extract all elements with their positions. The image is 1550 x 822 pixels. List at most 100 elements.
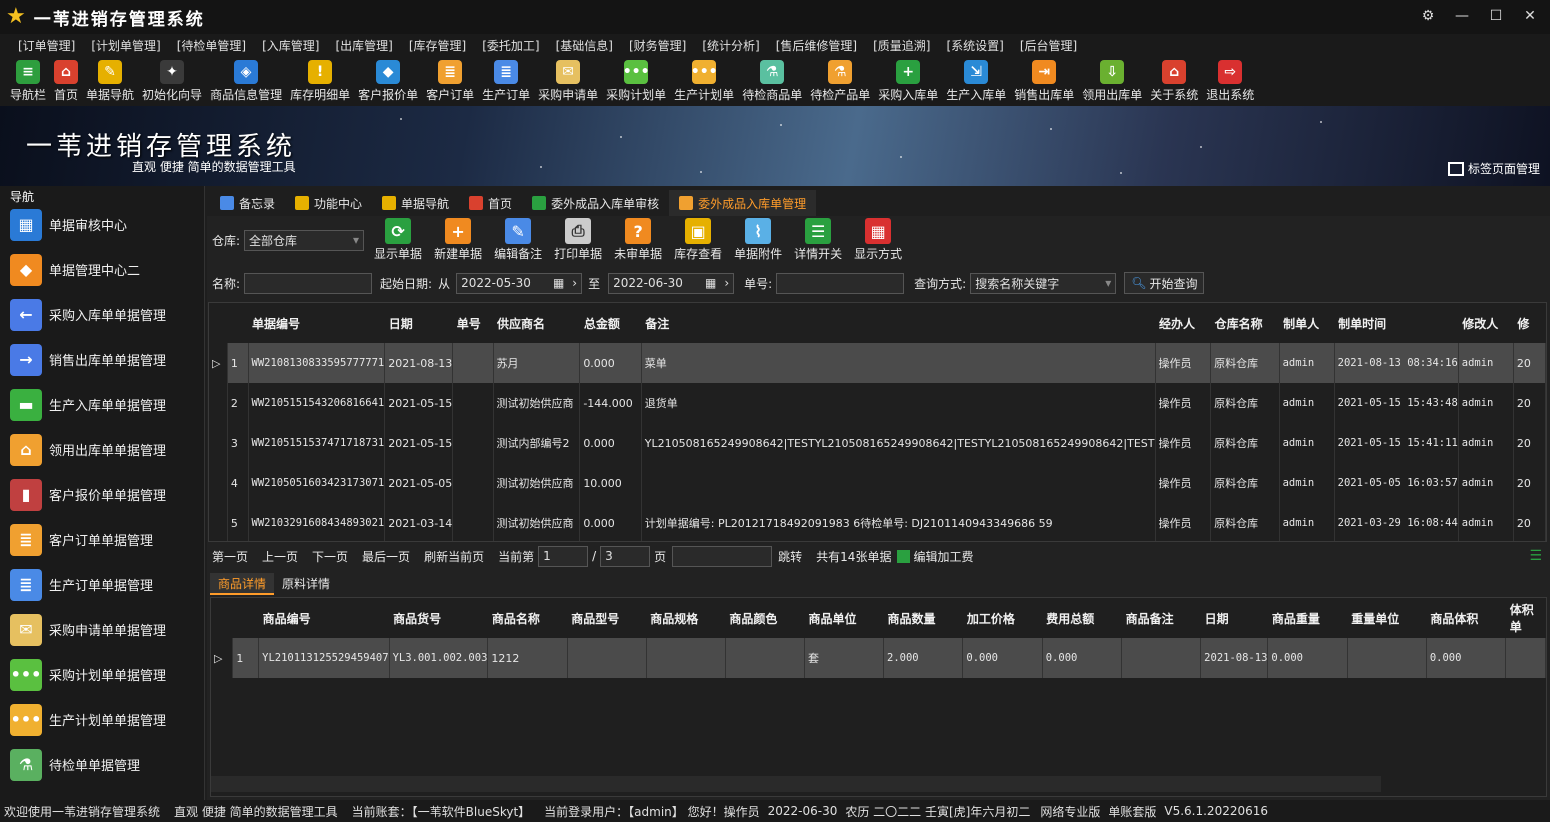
calendar-icon[interactable]: ▦ — [705, 276, 716, 290]
column-header[interactable]: 商品重量 — [1267, 598, 1348, 638]
menu-item-12[interactable]: [系统设置] — [939, 37, 1012, 54]
column-header[interactable]: 商品规格 — [646, 598, 726, 638]
tab-0[interactable]: 备忘录 — [210, 190, 285, 216]
menu-item-3[interactable]: [入库管理] — [254, 37, 327, 54]
toolbar-button-9[interactable]: ✉ 采购申请单 — [534, 56, 602, 103]
column-header[interactable]: 商品型号 — [567, 598, 647, 638]
tab-manager-button[interactable]: 标签页面管理 — [1447, 160, 1540, 177]
column-header[interactable]: 日期 — [1200, 598, 1268, 638]
column-header[interactable]: 修 — [1513, 303, 1546, 343]
menu-item-6[interactable]: [委托加工] — [474, 37, 547, 54]
toolbar-button-3[interactable]: ✦ 初始化向导 — [138, 56, 206, 103]
toolbar-button-1[interactable]: ⌂ 首页 — [50, 56, 82, 103]
toolbar-button-0[interactable]: ≡ 导航栏 — [6, 56, 50, 103]
first-page-link[interactable]: 第一页 — [212, 548, 248, 565]
refresh-page-link[interactable]: 刷新当前页 — [424, 548, 484, 565]
column-header[interactable]: 供应商名 — [493, 303, 580, 343]
calendar-icon[interactable]: ▦ — [553, 276, 564, 290]
warehouse-select[interactable]: 全部仓库 ▾ — [244, 229, 365, 251]
settings-gear-icon[interactable]: ⚙ — [1418, 6, 1438, 26]
query-mode-select[interactable]: 搜索名称关键字 ▾ — [970, 272, 1117, 294]
from-date-picker[interactable]: 2022-05-30 ▦ › — [456, 272, 583, 294]
maximize-icon[interactable]: ☐ — [1486, 6, 1506, 26]
sidebar-item-3[interactable]: → 销售出库单单据管理 — [0, 337, 204, 382]
toolbar-button-16[interactable]: ⇥ 销售出库单 — [1010, 56, 1078, 103]
current-page-input[interactable]: 1 — [538, 545, 589, 567]
chevron-right-icon[interactable]: › — [724, 276, 729, 290]
sidebar-item-10[interactable]: ••• 采购计划单单据管理 — [0, 652, 204, 697]
toolbar-button-17[interactable]: ⇩ 领用出库单 — [1078, 56, 1146, 103]
action-button-7[interactable]: ☰ 详情开关 — [794, 218, 842, 262]
column-header[interactable]: 总金额 — [579, 303, 642, 343]
column-header[interactable]: 费用总额 — [1042, 598, 1122, 638]
sidebar-item-11[interactable]: ••• 生产计划单单据管理 — [0, 697, 204, 742]
column-header[interactable]: 加工价格 — [962, 598, 1043, 638]
action-button-2[interactable]: ✎ 编辑备注 — [494, 218, 542, 262]
column-settings-icon[interactable]: ☰ — [1529, 548, 1542, 564]
menu-item-13[interactable]: [后台管理] — [1012, 37, 1085, 54]
column-header[interactable]: 备注 — [641, 303, 1155, 343]
tab-2[interactable]: 单据导航 — [372, 190, 459, 216]
menu-item-11[interactable]: [质量追溯] — [865, 37, 938, 54]
toolbar-button-15[interactable]: ⇲ 生产入库单 — [942, 56, 1010, 103]
action-button-3[interactable]: ⎙ 打印单据 — [554, 218, 602, 262]
to-date-picker[interactable]: 2022-06-30 ▦ › — [608, 272, 735, 294]
toolbar-button-7[interactable]: ≣ 客户订单 — [422, 56, 478, 103]
column-header[interactable]: 体积单 — [1505, 598, 1546, 638]
name-input[interactable] — [244, 272, 373, 294]
menu-item-2[interactable]: [待检单管理] — [169, 37, 254, 54]
column-header[interactable]: 商品数量 — [883, 598, 963, 638]
toolbar-button-6[interactable]: ◆ 客户报价单 — [354, 56, 422, 103]
column-header[interactable]: 商品备注 — [1121, 598, 1201, 638]
jump-button[interactable]: 跳转 — [778, 548, 802, 565]
horizontal-scrollbar[interactable] — [211, 776, 1381, 792]
column-header[interactable]: 商品体积 — [1426, 598, 1506, 638]
menu-item-10[interactable]: [售后维修管理] — [768, 37, 865, 54]
column-header[interactable]: 商品颜色 — [725, 598, 805, 638]
column-header[interactable]: 日期 — [384, 303, 453, 343]
column-header[interactable]: 商品单位 — [804, 598, 884, 638]
detail-row[interactable]: ▷ 1 YL210113125529459407 YL3.001.002.003 121… — [211, 638, 1546, 678]
toolbar-button-2[interactable]: ✎ 单据导航 — [82, 56, 138, 103]
sidebar-item-9[interactable]: ✉ 采购申请单单据管理 — [0, 607, 204, 652]
sidebar-item-5[interactable]: ⌂ 领用出库单单据管理 — [0, 427, 204, 472]
jump-page-input[interactable] — [672, 545, 773, 567]
column-header[interactable]: 经办人 — [1155, 303, 1211, 343]
toolbar-button-19[interactable]: ⇨ 退出系统 — [1202, 56, 1258, 103]
column-header[interactable]: 单据编号 — [248, 303, 385, 343]
toolbar-button-12[interactable]: ⚗ 待检商品单 — [738, 56, 806, 103]
table-row[interactable]: 4 WW2105051603423173071 2021-05-05 测试初始供应商 1… — [209, 463, 1546, 503]
column-header[interactable]: 修改人 — [1458, 303, 1514, 343]
tab-5[interactable]: 委外成品入库单管理 — [669, 190, 817, 216]
minimize-icon[interactable]: — — [1452, 6, 1472, 26]
toolbar-button-11[interactable]: ••• 生产计划单 — [670, 56, 738, 103]
action-button-5[interactable]: ▣ 库存查看 — [674, 218, 722, 262]
menu-item-7[interactable]: [基础信息] — [548, 37, 621, 54]
table-row[interactable]: 2 WW2105151543206816641 2021-05-15 测试初始供应商 -… — [209, 383, 1546, 423]
close-icon[interactable]: ✕ — [1520, 6, 1540, 26]
toolbar-button-10[interactable]: ••• 采购计划单 — [602, 56, 670, 103]
column-header[interactable]: 重量单位 — [1347, 598, 1427, 638]
sidebar-item-6[interactable]: ▮ 客户报价单单据管理 — [0, 472, 204, 517]
action-button-4[interactable]: ? 未审单据 — [614, 218, 662, 262]
toolbar-button-8[interactable]: ≣ 生产订单 — [478, 56, 534, 103]
last-page-link[interactable]: 最后一页 — [362, 548, 410, 565]
column-header[interactable]: 制单时间 — [1334, 303, 1459, 343]
toolbar-button-5[interactable]: ! 库存明细单 — [286, 56, 354, 103]
search-button[interactable]: 🔍︎ 开始查询 — [1124, 272, 1205, 294]
action-button-0[interactable]: ⟳ 显示单据 — [374, 218, 422, 262]
action-button-1[interactable]: + 新建单据 — [434, 218, 482, 262]
prev-page-link[interactable]: 上一页 — [262, 548, 298, 565]
menu-item-0[interactable]: [订单管理] — [10, 37, 83, 54]
menu-item-9[interactable]: [统计分析] — [694, 37, 767, 54]
sidebar-item-8[interactable]: ≣ 生产订单单据管理 — [0, 562, 204, 607]
column-header[interactable]: 商品编号 — [258, 598, 390, 638]
menu-item-5[interactable]: [库存管理] — [401, 37, 474, 54]
table-row[interactable]: 5 WW2103291608434893021 2021-03-14 测试初始供应商 0… — [209, 503, 1546, 541]
menu-item-1[interactable]: [计划单管理] — [83, 37, 168, 54]
toolbar-button-14[interactable]: + 采购入库单 — [874, 56, 942, 103]
menu-item-8[interactable]: [财务管理] — [621, 37, 694, 54]
toolbar-button-18[interactable]: ⌂ 关于系统 — [1146, 56, 1202, 103]
tab-1[interactable]: 功能中心 — [285, 190, 372, 216]
table-row[interactable]: ▷ 1 WW2108130833595777771 2021-08-13 苏月 0.000… — [209, 343, 1546, 383]
